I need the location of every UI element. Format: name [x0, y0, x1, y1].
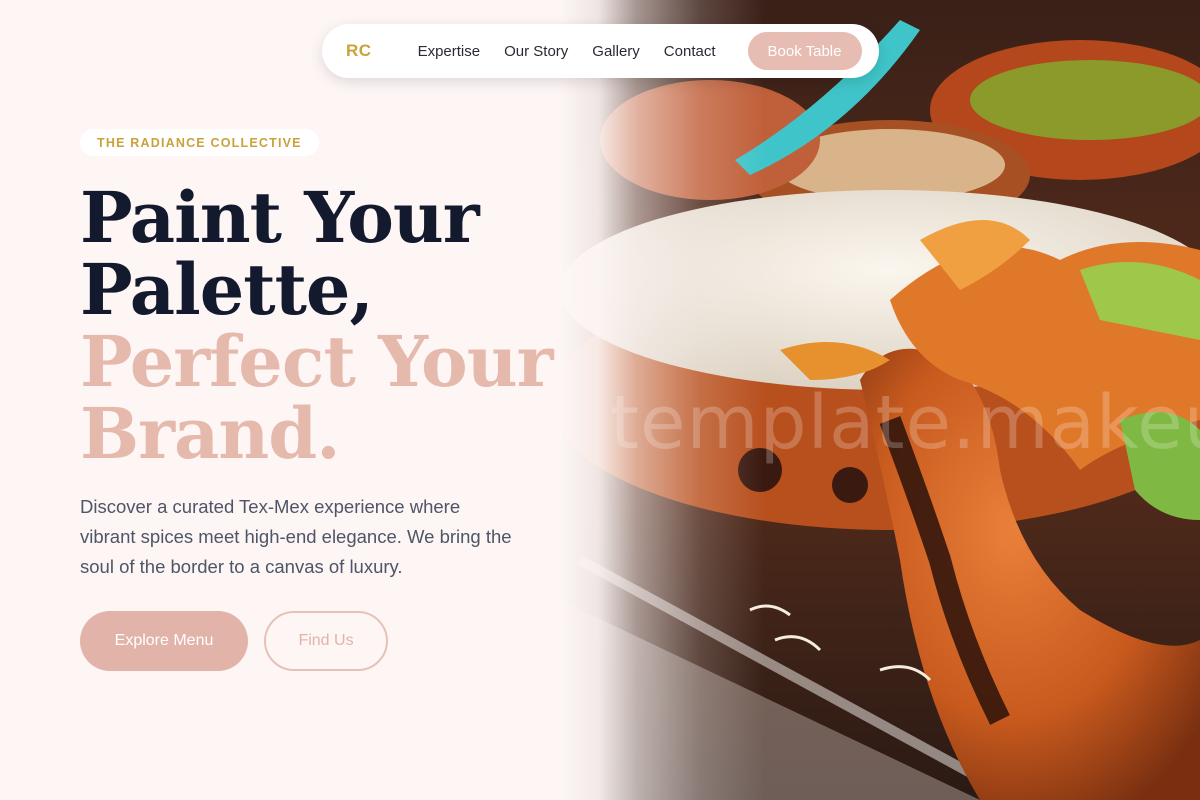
nav-link-gallery[interactable]: Gallery [592, 43, 640, 60]
hero-description: Discover a curated Tex-Mex experience wh… [80, 496, 512, 577]
find-us-button[interactable]: Find Us [264, 611, 388, 671]
book-table-button[interactable]: Book Table [747, 32, 862, 70]
hero-headline: Paint Your Palette, Perfect Your Brand. [80, 182, 553, 470]
brand-logo[interactable]: RC [346, 41, 372, 61]
top-navigation: RC Expertise Our Story Gallery Contact B… [322, 24, 879, 78]
nav-link-our-story[interactable]: Our Story [504, 43, 568, 60]
headline-line-4: Brand. [80, 392, 341, 475]
nav-link-expertise[interactable]: Expertise [418, 43, 481, 60]
hero-food-image [560, 0, 1200, 800]
headline-line-2: Palette, [80, 248, 374, 331]
explore-menu-button[interactable]: Explore Menu [80, 611, 248, 671]
nav-link-contact[interactable]: Contact [664, 43, 716, 60]
eyebrow-badge: THE RADIANCE COLLECTIVE [80, 129, 319, 156]
headline-line-1: Paint Your [80, 176, 480, 259]
headline-line-3: Perfect Your [80, 320, 553, 403]
